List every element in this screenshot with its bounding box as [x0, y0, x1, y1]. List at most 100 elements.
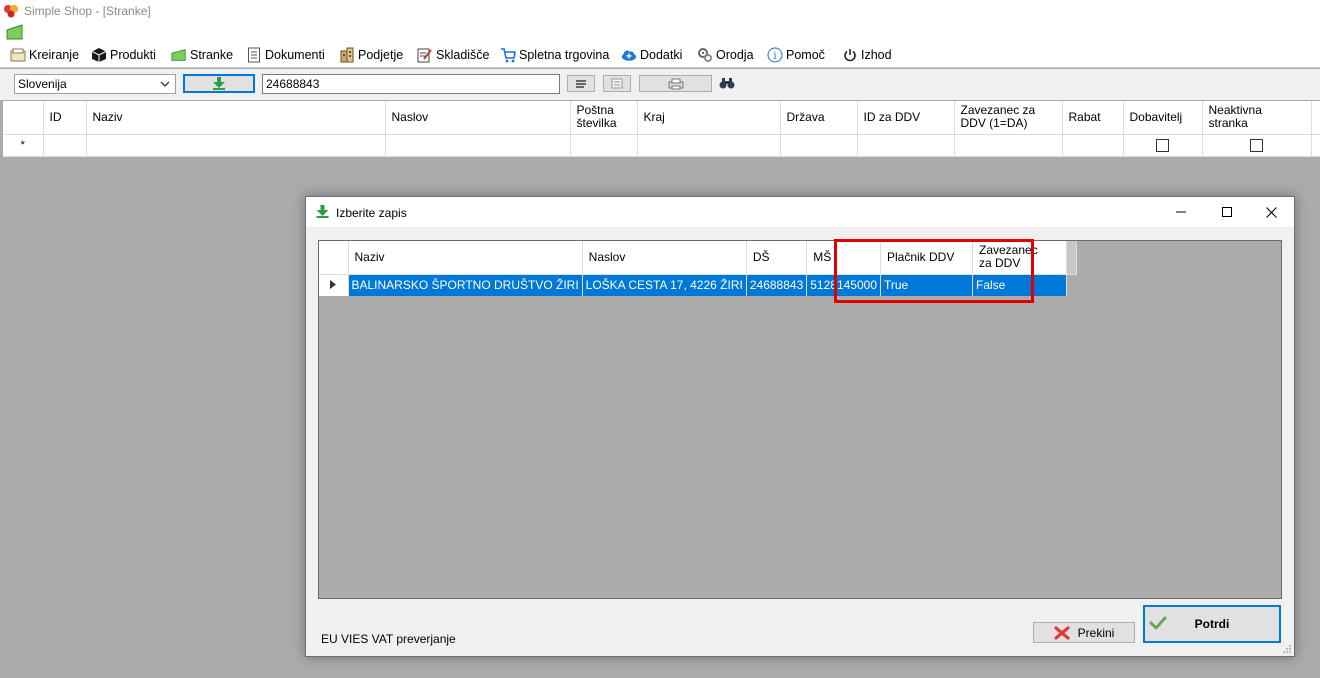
create-icon	[10, 47, 26, 63]
table-cell[interactable]	[385, 134, 571, 157]
table-cell	[1311, 134, 1320, 157]
menu-skladisce[interactable]: Skladišče	[415, 45, 492, 65]
column-header[interactable]: Naziv	[348, 241, 583, 275]
column-header[interactable]: Naziv	[86, 101, 386, 135]
chevron-down-icon[interactable]	[157, 76, 173, 92]
table-cell[interactable]	[1062, 134, 1124, 157]
column-header[interactable]: Rabat	[1062, 101, 1124, 135]
row-filler	[1066, 274, 1077, 296]
country-select[interactable]: Slovenija	[14, 74, 176, 94]
column-header[interactable]: Država	[780, 101, 858, 135]
table-row[interactable]: BALINARSKO ŠPORTNO DRUŠTVO ŽIRI LOŠKA CE…	[319, 274, 1077, 296]
row-selector[interactable]	[319, 274, 349, 296]
column-header[interactable]: MŠ	[806, 241, 881, 275]
column-header[interactable]: ID	[43, 101, 87, 135]
country-select-value: Slovenija	[18, 77, 67, 91]
menu-dokumenti[interactable]: Dokumenti	[244, 45, 327, 65]
customers-header-row: ID Naziv Naslov Poštna številka Kraj Drž…	[3, 101, 1320, 135]
results-grid[interactable]: Naziv Naslov DŠ MŠ Plačnik DDV Zavezanec…	[318, 240, 1282, 599]
results-header-row: Naziv Naslov DŠ MŠ Plačnik DDV Zavezanec…	[319, 241, 1077, 275]
current-row-arrow-icon	[330, 279, 337, 289]
menu-spletna-trgovina[interactable]: Spletna trgovina	[498, 45, 611, 65]
column-header[interactable]: Plačnik DDV	[880, 241, 973, 275]
window-title: Simple Shop - [Stranke]	[24, 4, 151, 18]
printer-icon	[668, 78, 683, 89]
menu-izhod[interactable]: Izhod	[840, 45, 894, 65]
new-row[interactable]: *	[3, 134, 1320, 157]
menu-stranke[interactable]: Stranke	[169, 45, 235, 65]
maximize-button[interactable]	[1204, 197, 1250, 227]
search-toolbar: Slovenija	[0, 69, 1320, 100]
power-icon	[842, 47, 858, 63]
column-header-filler	[1066, 241, 1077, 275]
menu-produkti[interactable]: Produkti	[89, 45, 158, 65]
row-header-corner	[3, 101, 44, 135]
minimize-icon	[1176, 211, 1186, 213]
column-header[interactable]: Naslov	[385, 101, 571, 135]
maximize-icon	[1222, 207, 1232, 217]
column-header[interactable]: Dobavitelj	[1123, 101, 1203, 135]
fetch-vat-button[interactable]	[183, 74, 255, 93]
menu-pomoc[interactable]: i Pomoč	[765, 45, 827, 65]
cell-naziv[interactable]: BALINARSKO ŠPORTNO DRUŠTVO ŽIRI	[348, 274, 583, 296]
column-header[interactable]: DŠ	[746, 241, 808, 275]
download-icon	[316, 205, 329, 218]
menu-dodatki[interactable]: Dodatki	[619, 45, 684, 65]
menu-podjetje[interactable]: Podjetje	[337, 45, 405, 65]
cancel-x-icon	[1054, 625, 1070, 640]
title-bar: Simple Shop - [Stranke]	[0, 0, 1320, 22]
download-icon	[213, 77, 225, 90]
binoculars-icon[interactable]	[719, 76, 735, 90]
app-logo-icon	[4, 5, 18, 18]
dialog-title-bar: Izberite zapis	[306, 197, 1294, 227]
list-view-button[interactable]	[567, 75, 595, 92]
supplier-checkbox[interactable]	[1156, 139, 1169, 153]
cart-icon	[500, 47, 516, 63]
menu-kreiranje[interactable]: Kreiranje	[8, 45, 81, 65]
close-icon	[1265, 206, 1277, 218]
mdi-strip	[0, 22, 1320, 42]
cloud-icon	[621, 47, 637, 63]
column-header[interactable]: Zavezanec za DDV	[972, 241, 1067, 275]
table-cell[interactable]	[780, 134, 858, 157]
cell-ds[interactable]: 24688843	[746, 274, 808, 296]
svg-text:i: i	[773, 51, 776, 62]
inactive-checkbox-cell	[1202, 134, 1312, 157]
print-button[interactable]	[639, 75, 712, 92]
column-header[interactable]: ID za DDV	[857, 101, 955, 135]
confirm-button[interactable]: Potrdi	[1143, 605, 1281, 643]
cell-zavezanec-ddv[interactable]: False	[972, 274, 1067, 296]
inactive-checkbox[interactable]	[1250, 139, 1263, 153]
column-header[interactable]: Zavezanec za DDV (1=DA)	[954, 101, 1063, 135]
list-icon	[576, 79, 586, 88]
cancel-button[interactable]: Prekini	[1033, 622, 1135, 643]
table-cell[interactable]	[857, 134, 955, 157]
minimize-button[interactable]	[1158, 197, 1204, 227]
building-icon	[339, 47, 355, 63]
customers-window-icon[interactable]	[6, 24, 24, 40]
table-cell[interactable]	[637, 134, 781, 157]
column-header[interactable]: Neaktivna stranka	[1202, 101, 1312, 135]
details-button[interactable]	[603, 75, 631, 92]
customers-grid[interactable]: ID Naziv Naslov Poštna številka Kraj Drž…	[3, 101, 1320, 157]
cell-ms[interactable]: 5128145000	[806, 274, 881, 296]
vat-number-input[interactable]	[262, 74, 560, 94]
table-cell[interactable]	[43, 134, 87, 157]
table-cell[interactable]	[954, 134, 1063, 157]
table-cell[interactable]	[570, 134, 638, 157]
column-header[interactable]: Kraj	[637, 101, 781, 135]
document-icon	[246, 47, 262, 63]
table-cell[interactable]	[86, 134, 386, 157]
column-header[interactable]: Naslov	[582, 241, 747, 275]
column-header[interactable]: Poštna številka	[570, 101, 638, 135]
cell-placnik-ddv[interactable]: True	[880, 274, 973, 296]
cell-naslov[interactable]: LOŠKA CESTA 17, 4226 ŽIRI	[582, 274, 747, 296]
close-button[interactable]	[1248, 197, 1294, 227]
select-record-dialog: Izberite zapis Naziv Naslov DŠ MŠ Plačni…	[305, 196, 1295, 657]
column-header-overflow	[1311, 101, 1320, 135]
customers-icon	[171, 47, 187, 63]
menu-orodja[interactable]: Orodja	[695, 45, 756, 65]
resize-grip-icon[interactable]	[1282, 644, 1292, 654]
new-row-marker: *	[3, 134, 44, 157]
tools-icon	[697, 47, 713, 63]
